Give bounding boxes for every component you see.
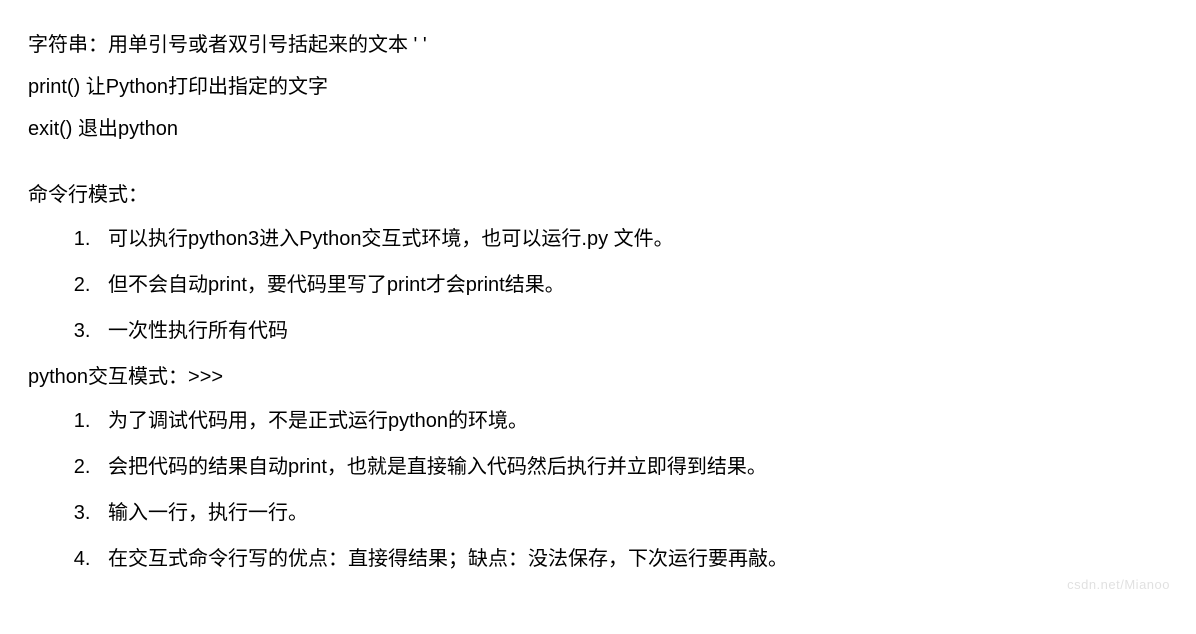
list-item: 输入一行，执行一行。 [96, 494, 1168, 532]
list-item: 一次性执行所有代码 [96, 312, 1168, 350]
intro-line-1: 字符串：用单引号或者双引号括起来的文本 ' ' [28, 26, 1168, 64]
section2-list: 为了调试代码用，不是正式运行python的环境。 会把代码的结果自动print，… [28, 402, 1168, 578]
list-item: 为了调试代码用，不是正式运行python的环境。 [96, 402, 1168, 440]
section1-list: 可以执行python3进入Python交互式环境，也可以运行.py 文件。 但不… [28, 220, 1168, 350]
section1-heading: 命令行模式： [28, 176, 1168, 214]
section2-heading: python交互模式：>>> [28, 358, 1168, 396]
intro-line-3: exit() 退出python [28, 110, 1168, 148]
list-item: 会把代码的结果自动print，也就是直接输入代码然后执行并立即得到结果。 [96, 448, 1168, 486]
intro-line-2: print() 让Python打印出指定的文字 [28, 68, 1168, 106]
list-item: 但不会自动print，要代码里写了print才会print结果。 [96, 266, 1168, 304]
list-item: 可以执行python3进入Python交互式环境，也可以运行.py 文件。 [96, 220, 1168, 258]
list-item: 在交互式命令行写的优点：直接得结果；缺点：没法保存，下次运行要再敲。 [96, 540, 1168, 578]
